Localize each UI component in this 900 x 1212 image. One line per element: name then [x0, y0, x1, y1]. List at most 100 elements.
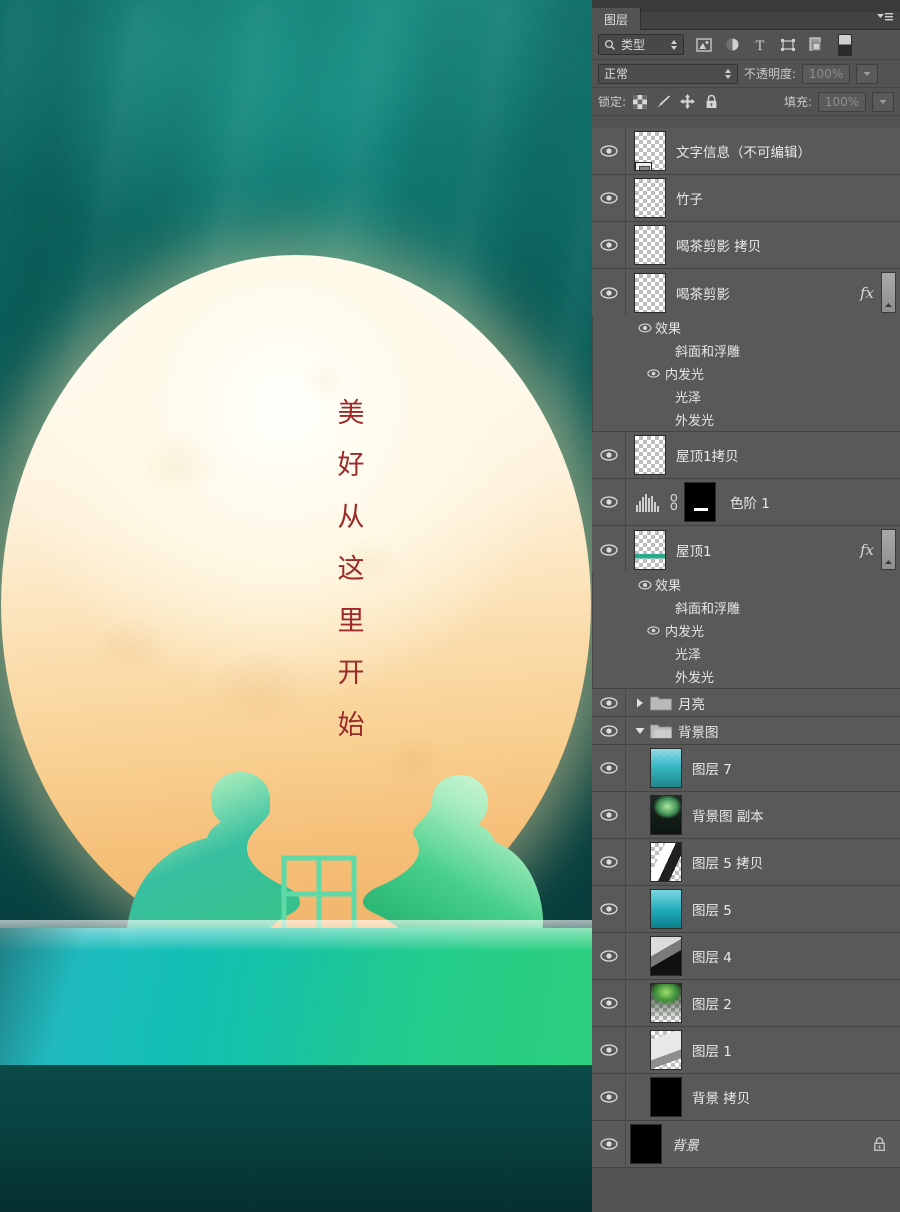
- layer-row[interactable]: 图层 2: [592, 980, 900, 1027]
- layer-visibility-toggle[interactable]: [592, 222, 626, 268]
- layer-mask-link-icon[interactable]: [669, 493, 679, 511]
- layer-name[interactable]: 背景图 副本: [692, 805, 764, 825]
- layer-name[interactable]: 图层 2: [692, 993, 732, 1013]
- layer-thumbnail-cell[interactable]: [626, 936, 682, 976]
- effects-visibility-toggle[interactable]: [635, 580, 655, 590]
- layer-visibility-toggle[interactable]: [592, 886, 626, 932]
- layer-thumbnail[interactable]: [634, 131, 666, 171]
- layer-thumbnail[interactable]: [634, 225, 666, 265]
- effect-visibility-toggle[interactable]: [643, 626, 663, 635]
- layer-thumbnail-cell[interactable]: [626, 225, 666, 265]
- filter-enable-toggle[interactable]: [838, 33, 852, 56]
- layer-visibility-toggle[interactable]: [592, 479, 626, 525]
- effect-row[interactable]: 斜面和浮雕: [592, 339, 900, 362]
- layer-thumbnail[interactable]: [634, 178, 666, 218]
- fill-input[interactable]: 100%: [818, 91, 866, 112]
- panel-menu-icon[interactable]: [876, 11, 894, 25]
- layer-visibility-toggle[interactable]: [592, 933, 626, 979]
- layer-visibility-toggle[interactable]: [592, 526, 626, 573]
- lock-image-brush-icon[interactable]: [656, 94, 671, 109]
- effect-row[interactable]: 外发光: [592, 408, 900, 431]
- layer-visibility-toggle[interactable]: [592, 980, 626, 1026]
- layer-row[interactable]: 背景 拷贝: [592, 1074, 900, 1121]
- effects-header-row[interactable]: 效果: [592, 573, 900, 596]
- layer-thumbnail[interactable]: [650, 1077, 682, 1117]
- effect-row[interactable]: 斜面和浮雕: [592, 596, 900, 619]
- layer-thumbnail-cell[interactable]: [626, 272, 666, 313]
- filter-shape-icon[interactable]: [774, 33, 802, 57]
- layer-row[interactable]: 喝茶剪影 拷贝: [592, 222, 900, 269]
- effects-header-row[interactable]: 效果: [592, 316, 900, 339]
- layer-thumbnail-cell[interactable]: [626, 748, 682, 788]
- layer-thumbnail[interactable]: [650, 842, 682, 882]
- layer-name[interactable]: 屋顶1: [676, 540, 712, 560]
- layer-row[interactable]: 图层 5: [592, 886, 900, 933]
- layer-row[interactable]: 图层 5 拷贝: [592, 839, 900, 886]
- layer-visibility-toggle[interactable]: [592, 717, 626, 744]
- layer-row[interactable]: 屋顶1拷贝: [592, 432, 900, 479]
- layer-row[interactable]: 图层 4: [592, 933, 900, 980]
- layer-thumbnail[interactable]: [650, 795, 682, 835]
- layer-name[interactable]: 图层 1: [692, 1040, 732, 1060]
- layer-row[interactable]: 竹子: [592, 175, 900, 222]
- fill-stepper[interactable]: [872, 91, 894, 112]
- layer-thumbnail[interactable]: [634, 272, 666, 313]
- layer-thumbnail[interactable]: [650, 748, 682, 788]
- effect-row[interactable]: 内发光: [592, 362, 900, 385]
- layer-effects-expand-toggle[interactable]: [881, 272, 896, 313]
- opacity-input[interactable]: 100%: [802, 63, 851, 84]
- layer-visibility-toggle[interactable]: [592, 689, 626, 716]
- effect-row[interactable]: 光泽: [592, 385, 900, 408]
- lock-transparency-icon[interactable]: [632, 94, 647, 109]
- layer-visibility-toggle[interactable]: [592, 792, 626, 838]
- layer-name[interactable]: 背景 拷贝: [692, 1087, 750, 1107]
- levels-histogram-icon[interactable]: [634, 492, 664, 512]
- lock-all-icon[interactable]: [704, 94, 719, 109]
- group-expand-triangle-icon[interactable]: [632, 698, 648, 708]
- layer-name[interactable]: 图层 4: [692, 946, 732, 966]
- layer-row-background[interactable]: 背景: [592, 1121, 900, 1168]
- layer-thumbnail[interactable]: [634, 529, 666, 570]
- layer-name[interactable]: 图层 7: [692, 758, 732, 778]
- layer-visibility-toggle[interactable]: [592, 1121, 626, 1167]
- layer-effects-expand-toggle[interactable]: [881, 529, 896, 570]
- layer-mask-thumbnail[interactable]: [684, 482, 716, 522]
- layer-name[interactable]: 文字信息（不可编辑）: [676, 141, 811, 161]
- layer-visibility-toggle[interactable]: [592, 839, 626, 885]
- effects-visibility-toggle[interactable]: [635, 323, 655, 333]
- layer-name[interactable]: 图层 5: [692, 899, 732, 919]
- filter-smartobject-icon[interactable]: [802, 33, 830, 57]
- opacity-stepper[interactable]: [856, 63, 879, 84]
- layer-name[interactable]: 喝茶剪影: [676, 283, 730, 303]
- layer-thumbnail-cell[interactable]: [626, 435, 666, 475]
- layer-thumbnail-cell[interactable]: [626, 529, 666, 570]
- layer-row[interactable]: 图层 1: [592, 1027, 900, 1074]
- layer-visibility-toggle[interactable]: [592, 432, 626, 478]
- layer-list[interactable]: 文字信息（不可编辑） 竹子 喝茶剪影 拷贝 喝茶剪影 fx 效果 斜面和浮雕 内…: [592, 128, 900, 1212]
- layer-name[interactable]: 背景: [672, 1134, 699, 1154]
- layer-thumbnail[interactable]: [650, 1030, 682, 1070]
- layer-visibility-toggle[interactable]: [592, 1074, 626, 1120]
- layer-thumbnail[interactable]: [650, 983, 682, 1023]
- layer-visibility-toggle[interactable]: [592, 1027, 626, 1073]
- layer-row[interactable]: 背景图 副本: [592, 792, 900, 839]
- document-canvas[interactable]: 美 好 从 这 里 开 始: [0, 0, 592, 1212]
- effect-row[interactable]: 外发光: [592, 665, 900, 688]
- lock-position-move-icon[interactable]: [680, 94, 696, 109]
- layer-thumbnail-cell[interactable]: [626, 983, 682, 1023]
- layer-thumbnail-cell[interactable]: [626, 1124, 662, 1164]
- layer-thumbnail-cell[interactable]: [626, 1030, 682, 1070]
- tab-layers[interactable]: 图层: [592, 8, 642, 30]
- effect-row[interactable]: 内发光: [592, 619, 900, 642]
- layer-visibility-toggle[interactable]: [592, 269, 626, 316]
- filter-pixel-icon[interactable]: [690, 33, 718, 57]
- blend-mode-select[interactable]: 正常: [598, 63, 738, 84]
- layer-name[interactable]: 喝茶剪影 拷贝: [676, 235, 761, 255]
- layer-visibility-toggle[interactable]: [592, 128, 626, 174]
- layer-thumbnail-cell[interactable]: [626, 889, 682, 929]
- effect-visibility-toggle[interactable]: [643, 369, 663, 378]
- layer-row-adjustment[interactable]: 色阶 1: [592, 479, 900, 526]
- layer-name[interactable]: 屋顶1拷贝: [676, 445, 739, 465]
- filter-type-icon[interactable]: T: [746, 33, 774, 57]
- layer-row[interactable]: 喝茶剪影 fx: [592, 269, 900, 316]
